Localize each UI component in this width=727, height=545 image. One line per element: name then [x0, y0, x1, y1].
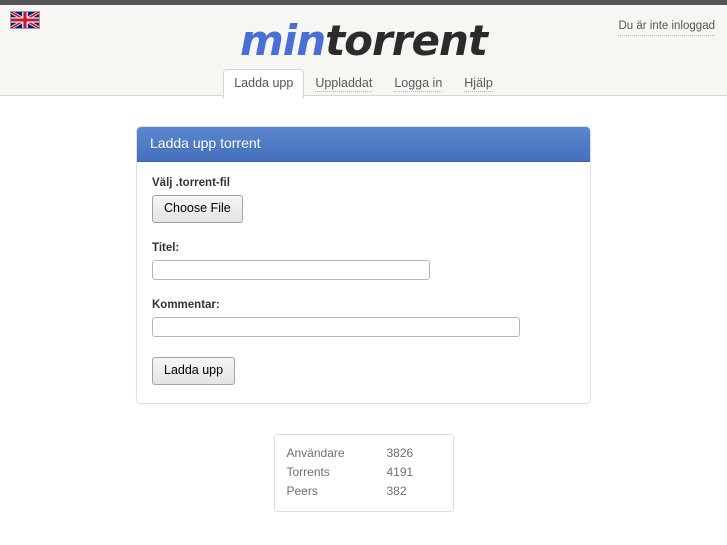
title-input[interactable]	[152, 260, 430, 280]
upload-form: Välj .torrent-fil Choose File Titel: Kom…	[137, 162, 590, 403]
main-navigation: Ladda upp Uppladdat Logga in Hjälp	[0, 69, 727, 99]
stats-value: 4191	[386, 465, 414, 479]
tab-uppladdat-label: Uppladdat	[315, 76, 373, 92]
tab-ladda-upp-label: Ladda upp	[234, 76, 294, 90]
upload-panel: Ladda upp torrent Välj .torrent-fil Choo…	[136, 126, 591, 404]
title-field-label: Titel:	[152, 242, 180, 254]
stats-key: Torrents	[286, 465, 330, 479]
stats-value: 382	[386, 484, 407, 498]
upload-submit-button[interactable]: Ladda upp	[152, 357, 236, 385]
choose-file-button[interactable]: Choose File	[152, 195, 243, 223]
tab-ladda-upp[interactable]: Ladda upp	[223, 69, 305, 99]
tab-hjalp-label: Hjälp	[464, 76, 493, 92]
stats-key: Användare	[286, 446, 345, 460]
main-content: Ladda upp torrent Välj .torrent-fil Choo…	[0, 96, 727, 512]
stats-row: Peers 382	[287, 482, 441, 501]
tab-logga-in-label: Logga in	[394, 76, 443, 92]
site-logo[interactable]: mintorrent	[0, 17, 727, 65]
stats-row: Användare 3826	[287, 444, 441, 463]
comment-field-label: Kommentar:	[152, 299, 220, 311]
logo-part-torrent: torrent	[325, 16, 488, 65]
file-field-label: Välj .torrent-fil	[152, 177, 230, 189]
site-header: Du är inte inloggad mintorrent Ladda upp…	[0, 5, 727, 99]
stats-row: Torrents 4191	[287, 463, 441, 482]
tab-logga-in[interactable]: Logga in	[383, 70, 453, 99]
stats-key: Peers	[286, 484, 318, 498]
comment-input[interactable]	[152, 317, 520, 337]
site-stats-box: Användare 3826 Torrents 4191 Peers 382	[273, 434, 454, 512]
tab-hjalp[interactable]: Hjälp	[453, 70, 504, 99]
submit-row: Ladda upp	[152, 357, 575, 385]
stats-value: 3826	[386, 446, 414, 460]
logo-part-min: min	[240, 16, 326, 65]
tab-uppladdat[interactable]: Uppladdat	[304, 70, 383, 99]
upload-panel-title: Ladda upp torrent	[137, 127, 590, 162]
